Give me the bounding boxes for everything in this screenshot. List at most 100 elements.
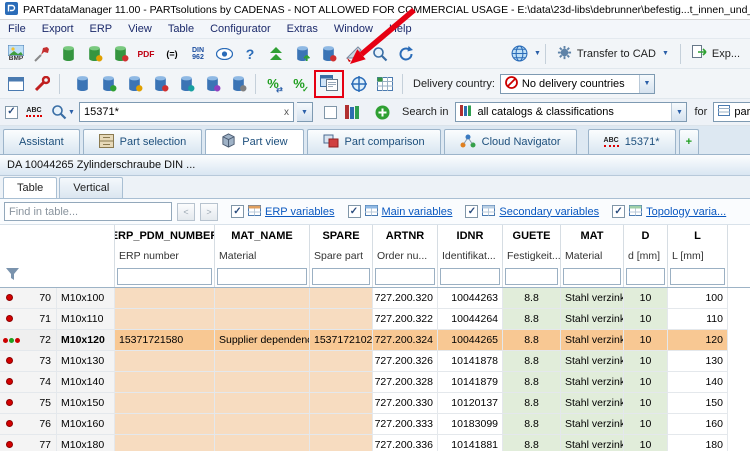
erp-detail-view-icon[interactable] — [317, 72, 341, 96]
column-header-name[interactable]: MAT — [561, 225, 623, 246]
secondary-variables-link[interactable]: Secondary variables — [499, 206, 599, 218]
search-target-select[interactable]: parts — [713, 102, 750, 122]
cell-erp-pdm-number[interactable] — [115, 372, 215, 392]
cell-erp-pdm-number[interactable] — [115, 309, 215, 329]
cell-guete[interactable]: 8.8 — [503, 393, 561, 413]
globe-dropdown-arrow[interactable]: ▼ — [534, 50, 541, 57]
erp-variables-link[interactable]: ERP variables — [265, 206, 335, 218]
cell-guete[interactable]: 8.8 — [503, 372, 561, 392]
column-header-name[interactable]: IDNR — [438, 225, 502, 246]
pdf-export-icon[interactable]: PDF — [134, 42, 158, 66]
column-filter-input[interactable] — [670, 267, 725, 285]
main-variables-link[interactable]: Main variables — [382, 206, 453, 218]
cell-l[interactable]: 150 — [668, 393, 728, 413]
row-name-cell[interactable]: M10x100 — [57, 288, 115, 308]
database-icon-2[interactable] — [96, 72, 120, 96]
cell-mat[interactable]: Stahl verzinkt — [561, 309, 624, 329]
column-filter-input[interactable] — [626, 267, 665, 285]
cell-mat[interactable]: Stahl verzinkt — [561, 372, 624, 392]
secondary-variables-checkbox[interactable] — [465, 205, 479, 218]
menu-configurator[interactable]: Configurator — [202, 21, 279, 37]
cell-d[interactable]: 10 — [624, 393, 668, 413]
tab-part-selection[interactable]: Part selection — [82, 129, 203, 154]
cell-artnr[interactable]: 727.200.324 — [373, 330, 438, 350]
menu-export[interactable]: Export — [34, 21, 82, 37]
cell-artnr[interactable]: 727.200.322 — [373, 309, 438, 329]
cell-mat[interactable]: Stahl verzinkt — [561, 288, 624, 308]
row-header-cell[interactable]: 70 — [0, 288, 57, 308]
row-header-cell[interactable]: 72 — [0, 330, 57, 350]
cell-l[interactable]: 100 — [668, 288, 728, 308]
export-button[interactable]: Exp... — [685, 42, 747, 66]
table-row[interactable]: 77 M10x180 727.200.336 10141881 8.8 Stah… — [0, 435, 728, 451]
cell-mat[interactable]: Stahl verzinkt — [561, 414, 624, 434]
clear-search-button[interactable]: x — [280, 107, 293, 118]
cell-l[interactable]: 120 — [668, 330, 728, 350]
chevron-down-icon[interactable]: ▼ — [671, 103, 687, 121]
equals-icon[interactable]: (=) — [160, 42, 184, 66]
window-layout-icon[interactable] — [4, 72, 28, 96]
add-search-scope-icon[interactable] — [370, 100, 394, 124]
tab-assistant[interactable]: Assistant — [3, 129, 80, 154]
cell-artnr[interactable]: 727.200.328 — [373, 372, 438, 392]
cell-d[interactable]: 10 — [624, 288, 668, 308]
cell-d[interactable]: 10 — [624, 309, 668, 329]
column-header-name[interactable]: D — [624, 225, 667, 246]
search-icon-button[interactable]: ▼ — [51, 100, 75, 124]
cell-mat-name[interactable] — [215, 372, 310, 392]
column-header-name[interactable]: MAT_NAME — [215, 225, 309, 246]
cell-spare[interactable] — [310, 393, 373, 413]
cell-l[interactable]: 180 — [668, 435, 728, 451]
column-filter-input[interactable] — [375, 267, 435, 285]
table-row[interactable]: 75 M10x150 727.200.330 10120137 8.8 Stah… — [0, 393, 728, 414]
cell-artnr[interactable]: 727.200.326 — [373, 351, 438, 371]
row-header-cell[interactable]: 71 — [0, 309, 57, 329]
globe-crosshair-icon[interactable] — [347, 72, 371, 96]
tab-cloud-navigator[interactable]: Cloud Navigator — [443, 129, 577, 154]
row-name-cell[interactable]: M10x180 — [57, 435, 115, 451]
search-scope-select[interactable]: all catalogs & classifications ▼ — [455, 102, 688, 122]
column-header-name[interactable]: L — [668, 225, 727, 246]
menu-erp[interactable]: ERP — [82, 21, 121, 37]
percent-check-icon[interactable]: % ✓ — [287, 72, 311, 96]
cell-l[interactable]: 130 — [668, 351, 728, 371]
erp-variables-checkbox[interactable] — [231, 205, 244, 218]
catalog-books-icon[interactable] — [341, 100, 365, 124]
table-row[interactable]: 74 M10x140 727.200.328 10141879 8.8 Stah… — [0, 372, 728, 393]
table-row[interactable]: 72 M10x120 15371721580 Supplier dependen… — [0, 330, 728, 351]
search-settings-icon[interactable] — [368, 42, 392, 66]
cell-spare[interactable] — [310, 351, 373, 371]
cell-guete[interactable]: 8.8 — [503, 288, 561, 308]
help-icon[interactable]: ? — [238, 42, 262, 66]
cell-mat[interactable]: Stahl verzinkt — [561, 351, 624, 371]
cell-guete[interactable]: 8.8 — [503, 351, 561, 371]
table-row[interactable]: 73 M10x130 727.200.326 10141878 8.8 Stah… — [0, 351, 728, 372]
table-row[interactable]: 71 M10x110 727.200.322 10044264 8.8 Stah… — [0, 309, 728, 330]
cell-mat-name[interactable] — [215, 414, 310, 434]
tab-part-view[interactable]: Part view — [205, 129, 304, 154]
find-next-button[interactable]: > — [200, 202, 218, 221]
bmp-export-icon[interactable]: BMP — [4, 42, 28, 66]
column-filter-input[interactable] — [563, 267, 621, 285]
cell-spare[interactable] — [310, 288, 373, 308]
database-export-icon[interactable] — [316, 42, 340, 66]
cell-idnr[interactable]: 10141879 — [438, 372, 503, 392]
search-input[interactable] — [80, 106, 280, 118]
database-icon-5[interactable] — [174, 72, 198, 96]
row-name-cell[interactable]: M10x140 — [57, 372, 115, 392]
search-filter-checkbox[interactable] — [5, 105, 18, 119]
cell-mat-name[interactable]: Supplier dependence — [215, 330, 310, 350]
column-filter-input[interactable] — [117, 267, 212, 285]
search-scope-checkbox[interactable] — [324, 105, 337, 119]
table-row[interactable]: 70 M10x100 727.200.320 10044263 8.8 Stah… — [0, 288, 728, 309]
database-green-icon-3[interactable] — [108, 42, 132, 66]
table-config-icon[interactable] — [373, 72, 397, 96]
cell-spare[interactable] — [310, 414, 373, 434]
cell-erp-pdm-number[interactable] — [115, 435, 215, 451]
cell-mat[interactable]: Stahl verzinkt — [561, 330, 624, 350]
din-962-icon[interactable]: DIN 962 — [186, 42, 210, 66]
cell-idnr[interactable]: 10120137 — [438, 393, 503, 413]
database-green-icon-2[interactable] — [82, 42, 106, 66]
cell-idnr[interactable]: 10044263 — [438, 288, 503, 308]
percent-sync-icon[interactable]: % ⇄ — [261, 72, 285, 96]
